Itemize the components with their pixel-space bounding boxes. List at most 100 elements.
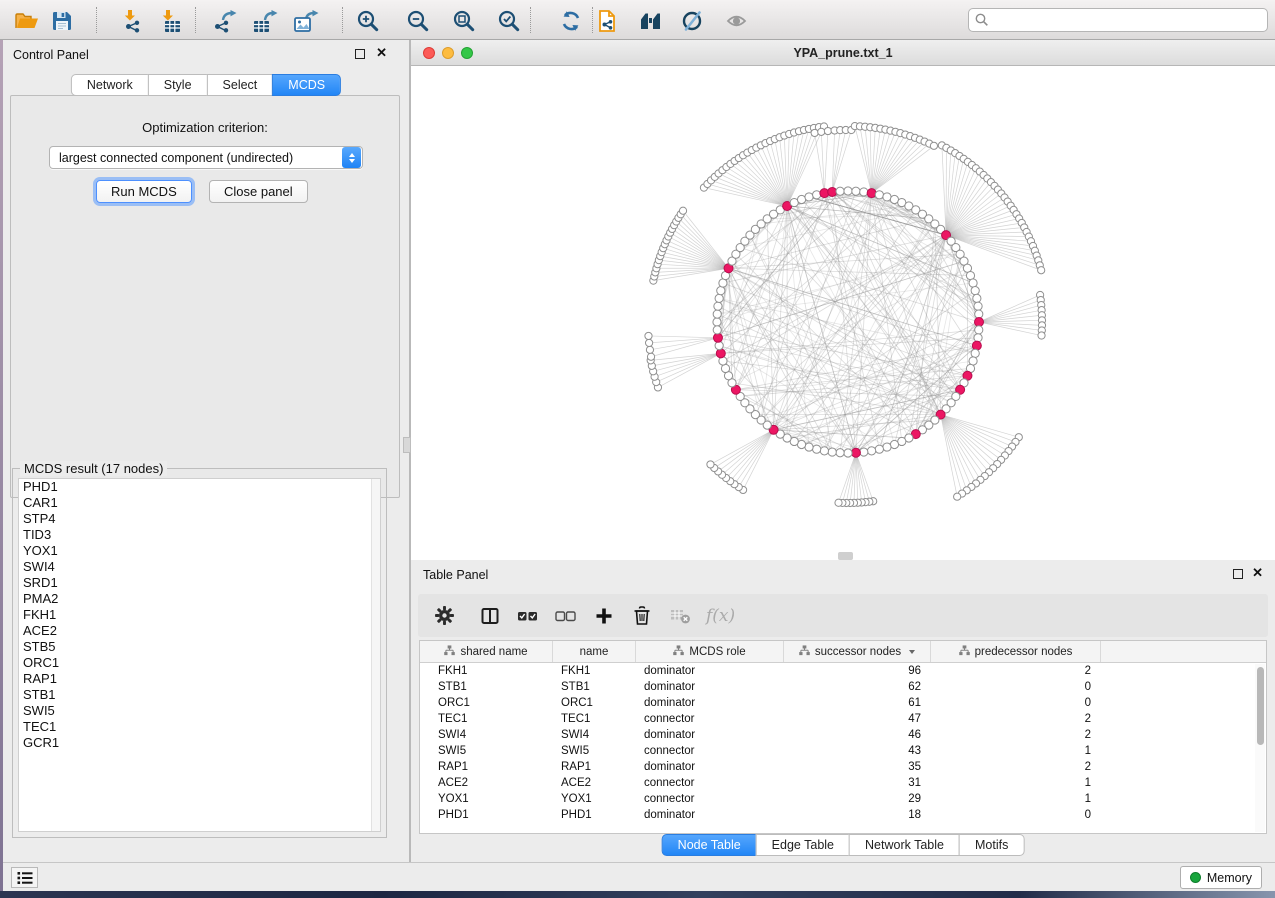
close-panel-icon[interactable]: ✕ (376, 46, 387, 60)
network-node[interactable] (679, 207, 686, 214)
tab-motifs[interactable]: Motifs (959, 834, 1024, 856)
mcds-result-item[interactable]: PMA2 (19, 591, 380, 607)
mcds-result-item[interactable]: CAR1 (19, 495, 380, 511)
tab-style[interactable]: Style (148, 74, 208, 96)
mcds-network-node[interactable] (972, 341, 981, 350)
network-from-file-icon[interactable] (596, 8, 622, 34)
criterion-dropdown[interactable]: largest connected component (undirected) (49, 146, 363, 169)
network-node[interactable] (860, 448, 868, 456)
network-node[interactable] (844, 449, 852, 457)
zoom-selected-icon[interactable] (496, 8, 522, 34)
table-row[interactable]: YOX1YOX1connector291 (420, 791, 1266, 807)
network-node[interactable] (890, 440, 898, 448)
network-node[interactable] (797, 195, 805, 203)
network-node[interactable] (646, 346, 653, 353)
save-icon[interactable] (49, 8, 75, 34)
close-table-panel-icon[interactable]: ✕ (1252, 566, 1263, 580)
mcds-result-item[interactable]: SWI4 (19, 559, 380, 575)
columns-icon[interactable] (478, 604, 502, 628)
network-node[interactable] (974, 334, 982, 342)
network-node[interactable] (719, 279, 727, 287)
column-header-MCDS-role[interactable]: MCDS role (636, 641, 784, 662)
tab-select[interactable]: Select (207, 74, 274, 96)
delete-column-icon[interactable] (630, 604, 654, 628)
import-network-icon[interactable] (119, 8, 145, 34)
tab-network-table[interactable]: Network Table (849, 834, 960, 856)
network-node[interactable] (969, 357, 977, 365)
column-header-name[interactable]: name (553, 641, 636, 662)
network-node[interactable] (860, 188, 868, 196)
column-header-shared-name[interactable]: shared name (420, 641, 553, 662)
search-input[interactable] (968, 8, 1268, 32)
delete-table-icon[interactable] (668, 604, 692, 628)
zoom-in-icon[interactable] (355, 8, 381, 34)
mcds-network-node[interactable] (975, 318, 984, 327)
network-node[interactable] (1038, 267, 1045, 274)
table-row[interactable]: SWI5SWI5connector431 (420, 743, 1266, 759)
network-node[interactable] (930, 142, 937, 149)
mcds-network-node[interactable] (867, 189, 876, 198)
mcds-result-item[interactable]: PHD1 (19, 479, 380, 495)
mcds-result-item[interactable]: STB5 (19, 639, 380, 655)
memory-button[interactable]: Memory (1180, 866, 1262, 889)
mcds-result-item[interactable]: TEC1 (19, 719, 380, 735)
table-scrollbar[interactable] (1255, 664, 1265, 832)
mcds-result-item[interactable]: GCR1 (19, 735, 380, 751)
tab-network[interactable]: Network (71, 74, 149, 96)
network-node[interactable] (828, 448, 836, 456)
network-node[interactable] (875, 445, 883, 453)
network-node[interactable] (805, 193, 813, 201)
network-node[interactable] (852, 187, 860, 195)
network-node[interactable] (975, 310, 983, 318)
mcds-result-item[interactable]: FKH1 (19, 607, 380, 623)
vertical-splitter-grip[interactable] (403, 437, 411, 453)
tab-node-table[interactable]: Node Table (662, 834, 757, 856)
network-node[interactable] (818, 128, 825, 135)
network-node[interactable] (721, 364, 729, 372)
mcds-result-item[interactable]: STB1 (19, 687, 380, 703)
table-row[interactable]: ORC1ORC1dominator610 (420, 695, 1266, 711)
network-node[interactable] (836, 187, 844, 195)
network-node[interactable] (974, 302, 982, 310)
network-node[interactable] (883, 443, 891, 451)
network-node[interactable] (820, 447, 828, 455)
network-node[interactable] (715, 294, 723, 302)
zoom-fit-icon[interactable] (451, 8, 477, 34)
refresh-icon[interactable] (558, 8, 584, 34)
mcds-result-item[interactable]: TID3 (19, 527, 380, 543)
open-folder-icon[interactable] (14, 8, 40, 34)
mcds-network-node[interactable] (716, 349, 725, 358)
add-column-icon[interactable] (592, 604, 616, 628)
tab-edge-table[interactable]: Edge Table (756, 834, 850, 856)
show-graphics-details-icon[interactable] (724, 8, 750, 34)
network-node[interactable] (973, 294, 981, 302)
network-node[interactable] (647, 353, 654, 360)
select-all-checkboxes-icon[interactable] (516, 604, 540, 628)
binoculars-icon[interactable] (639, 8, 665, 34)
mcds-result-item[interactable]: SWI5 (19, 703, 380, 719)
table-row[interactable]: PHD1PHD1dominator180 (420, 807, 1266, 823)
run-mcds-button[interactable]: Run MCDS (96, 180, 192, 203)
tab-mcds[interactable]: MCDS (272, 74, 341, 96)
table-row[interactable]: FKH1FKH1dominator962 (420, 663, 1266, 679)
float-panel-icon[interactable] (355, 49, 365, 59)
network-node[interactable] (713, 326, 721, 334)
network-node[interactable] (868, 447, 876, 455)
mcds-result-item[interactable]: ACE2 (19, 623, 380, 639)
network-node[interactable] (713, 310, 721, 318)
network-node[interactable] (844, 187, 852, 195)
table-row[interactable]: SWI4SWI4dominator462 (420, 727, 1266, 743)
mcds-result-item[interactable]: SRD1 (19, 575, 380, 591)
network-canvas[interactable] (411, 66, 1275, 560)
network-node[interactable] (971, 349, 979, 357)
nodes-layer[interactable] (645, 123, 1046, 507)
network-node[interactable] (975, 326, 983, 334)
export-network-icon[interactable] (211, 8, 237, 34)
horizontal-splitter-grip[interactable] (838, 552, 853, 560)
table-row[interactable]: RAP1RAP1dominator352 (420, 759, 1266, 775)
gear-icon[interactable] (432, 604, 456, 628)
network-node[interactable] (715, 342, 723, 350)
mcds-result-item[interactable]: YOX1 (19, 543, 380, 559)
network-node[interactable] (813, 445, 821, 453)
network-node[interactable] (707, 461, 714, 468)
